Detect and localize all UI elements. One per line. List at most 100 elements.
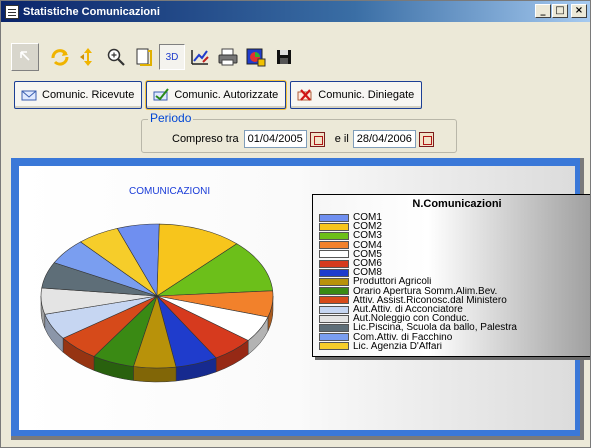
legend-label: COM4 [353,240,382,250]
legend-label: Aut.Noleggio con Conduc. [353,314,470,324]
comunic-ricevute-button[interactable]: Comunic. Ricevute [14,81,143,109]
legend-swatch [319,305,349,314]
legend-item: COM8 1 [319,268,590,278]
e-il-label: e il [334,133,349,145]
legend-swatch [319,241,349,250]
title-bar[interactable]: Statistiche Comunicazioni _ □ × [1,1,590,22]
legend-value: 1 [585,240,590,250]
legend-label: COM5 [353,249,382,259]
calendar-to-icon[interactable] [418,131,434,147]
legend-item: Com.Attiv. di Facchino 1 [319,332,590,342]
legend-value: 1 [585,332,590,342]
date-from-field[interactable]: 01/04/2005 [243,130,307,148]
legend-swatch [319,296,349,305]
edit-chart-button[interactable] [187,44,213,70]
legend-value: 1 [585,277,590,287]
comunic-diniegate-button[interactable]: Comunic. Diniegate [290,81,423,109]
legend-item: COM1 1 [319,213,590,223]
legend-item: COM6 1 [319,259,590,269]
copy-image-icon [246,48,266,67]
periodo-legend: Periodo [148,111,194,125]
zoom-icon [107,48,125,66]
legend-swatch [319,323,349,332]
legend-label: Com.Attiv. di Facchino [353,332,453,342]
authorize-icon [153,88,170,101]
print-icon [218,48,238,66]
legend-label: Attiv. Assist.Riconosc.dal Ministero [353,295,507,305]
legend-value: 1 [585,305,590,315]
app-icon[interactable] [5,4,19,19]
legend-value: 1 [585,268,590,278]
statistiche-window: Statistiche Comunicazioni _ □ × 3D Comun… [0,0,591,448]
legend-item: Lic.Piscina, Scuola da ballo, Palestra 1 [319,323,590,333]
legend-swatch [319,259,349,268]
legend-swatch [319,277,349,286]
save-icon [277,50,291,64]
close-button[interactable]: × [571,4,587,18]
compreso-label: Compreso tra [172,133,239,145]
legend-value: 1 [585,213,590,223]
ricevute-label: Comunic. Ricevute [42,89,135,101]
legend-item: COM3 2 [319,231,590,241]
pie-chart[interactable] [19,166,299,430]
zoom-button[interactable] [103,44,129,70]
legend-label: Lic. Agenzia D'Affari [353,341,442,351]
window-title: Statistiche Comunicazioni [23,5,160,18]
legend-item: Orario Apertura Somm.Alim.Bev. 1 [319,286,590,296]
legend-item: Attiv. Assist.Riconosc.dal Ministero 1 [319,295,590,305]
chart-panel: COMUNICAZIONI N.Comunicazioni COM11COM22… [11,158,590,440]
rotate-button[interactable] [47,44,73,70]
pointer-button[interactable] [11,43,39,71]
legend-swatch [319,314,349,323]
legend-swatch [319,287,349,296]
legend-value: 1 [585,249,590,259]
3d-toggle[interactable]: 3D [159,44,185,70]
copy-image-button[interactable] [243,44,269,70]
chart-area[interactable]: COMUNICAZIONI N.Comunicazioni COM11COM22… [19,166,590,430]
pointer-icon [20,51,30,61]
legend-label: Orario Apertura Somm.Alim.Bev. [353,286,498,296]
legend-title: N.Comunicazioni [412,198,502,210]
calendar-from-icon[interactable] [309,131,325,147]
edit-chart-icon [191,50,209,65]
legend-item: Aut.Noleggio con Conduc. 1 [319,314,590,324]
legend-value: 2 [585,222,590,232]
legend-label: Lic.Piscina, Scuola da ballo, Palestra [353,323,517,333]
legend-item: COM5 1 [319,249,590,259]
maximize-button[interactable]: □ [552,4,568,18]
legend-value: 1 [585,314,590,324]
print-button[interactable] [215,44,241,70]
legend-swatch [319,250,349,259]
3d-label: 3D [165,51,179,63]
move-button[interactable] [75,44,101,70]
legend-swatch [319,231,349,240]
legend-label: COM3 [353,231,382,241]
pie-slice-side [133,366,177,383]
deny-icon [297,89,312,101]
legend-item: Produttori Agricoli 1 [319,277,590,287]
save-button[interactable] [271,44,297,70]
legend-label: Produttori Agricoli [353,277,432,287]
autorizzate-label: Comunic. Autorizzate [174,89,279,101]
comunic-autorizzate-button[interactable]: Comunic. Autorizzate [146,81,287,109]
legend-swatch [319,333,349,342]
action-buttons: Comunic. Ricevute Comunic. Autorizzate C… [14,81,423,109]
periodo-group: Periodo Compreso tra 01/04/2005 e il 28/… [141,111,457,153]
legend-value: 1 [585,323,590,333]
chart-legend: N.Comunicazioni COM11COM22COM32COM41COM5… [312,194,590,357]
legend-swatch [319,268,349,277]
page-button[interactable] [131,44,157,70]
chart-toolbar: 3D [11,42,299,72]
diniegate-label: Comunic. Diniegate [318,89,415,101]
legend-item: COM2 2 [319,222,590,232]
legend-swatch [319,213,349,222]
legend-item: COM4 1 [319,240,590,250]
legend-value: 1 [585,341,590,351]
legend-label: COM6 [353,259,382,268]
minimize-button[interactable]: _ [535,4,551,18]
legend-label: COM2 [353,222,382,232]
legend-label: Aut.Attiv. di Acconciatore [353,305,463,314]
rotate-icon [51,49,69,66]
date-to-field[interactable]: 28/04/2006 [352,130,416,148]
page-icon [136,48,152,66]
